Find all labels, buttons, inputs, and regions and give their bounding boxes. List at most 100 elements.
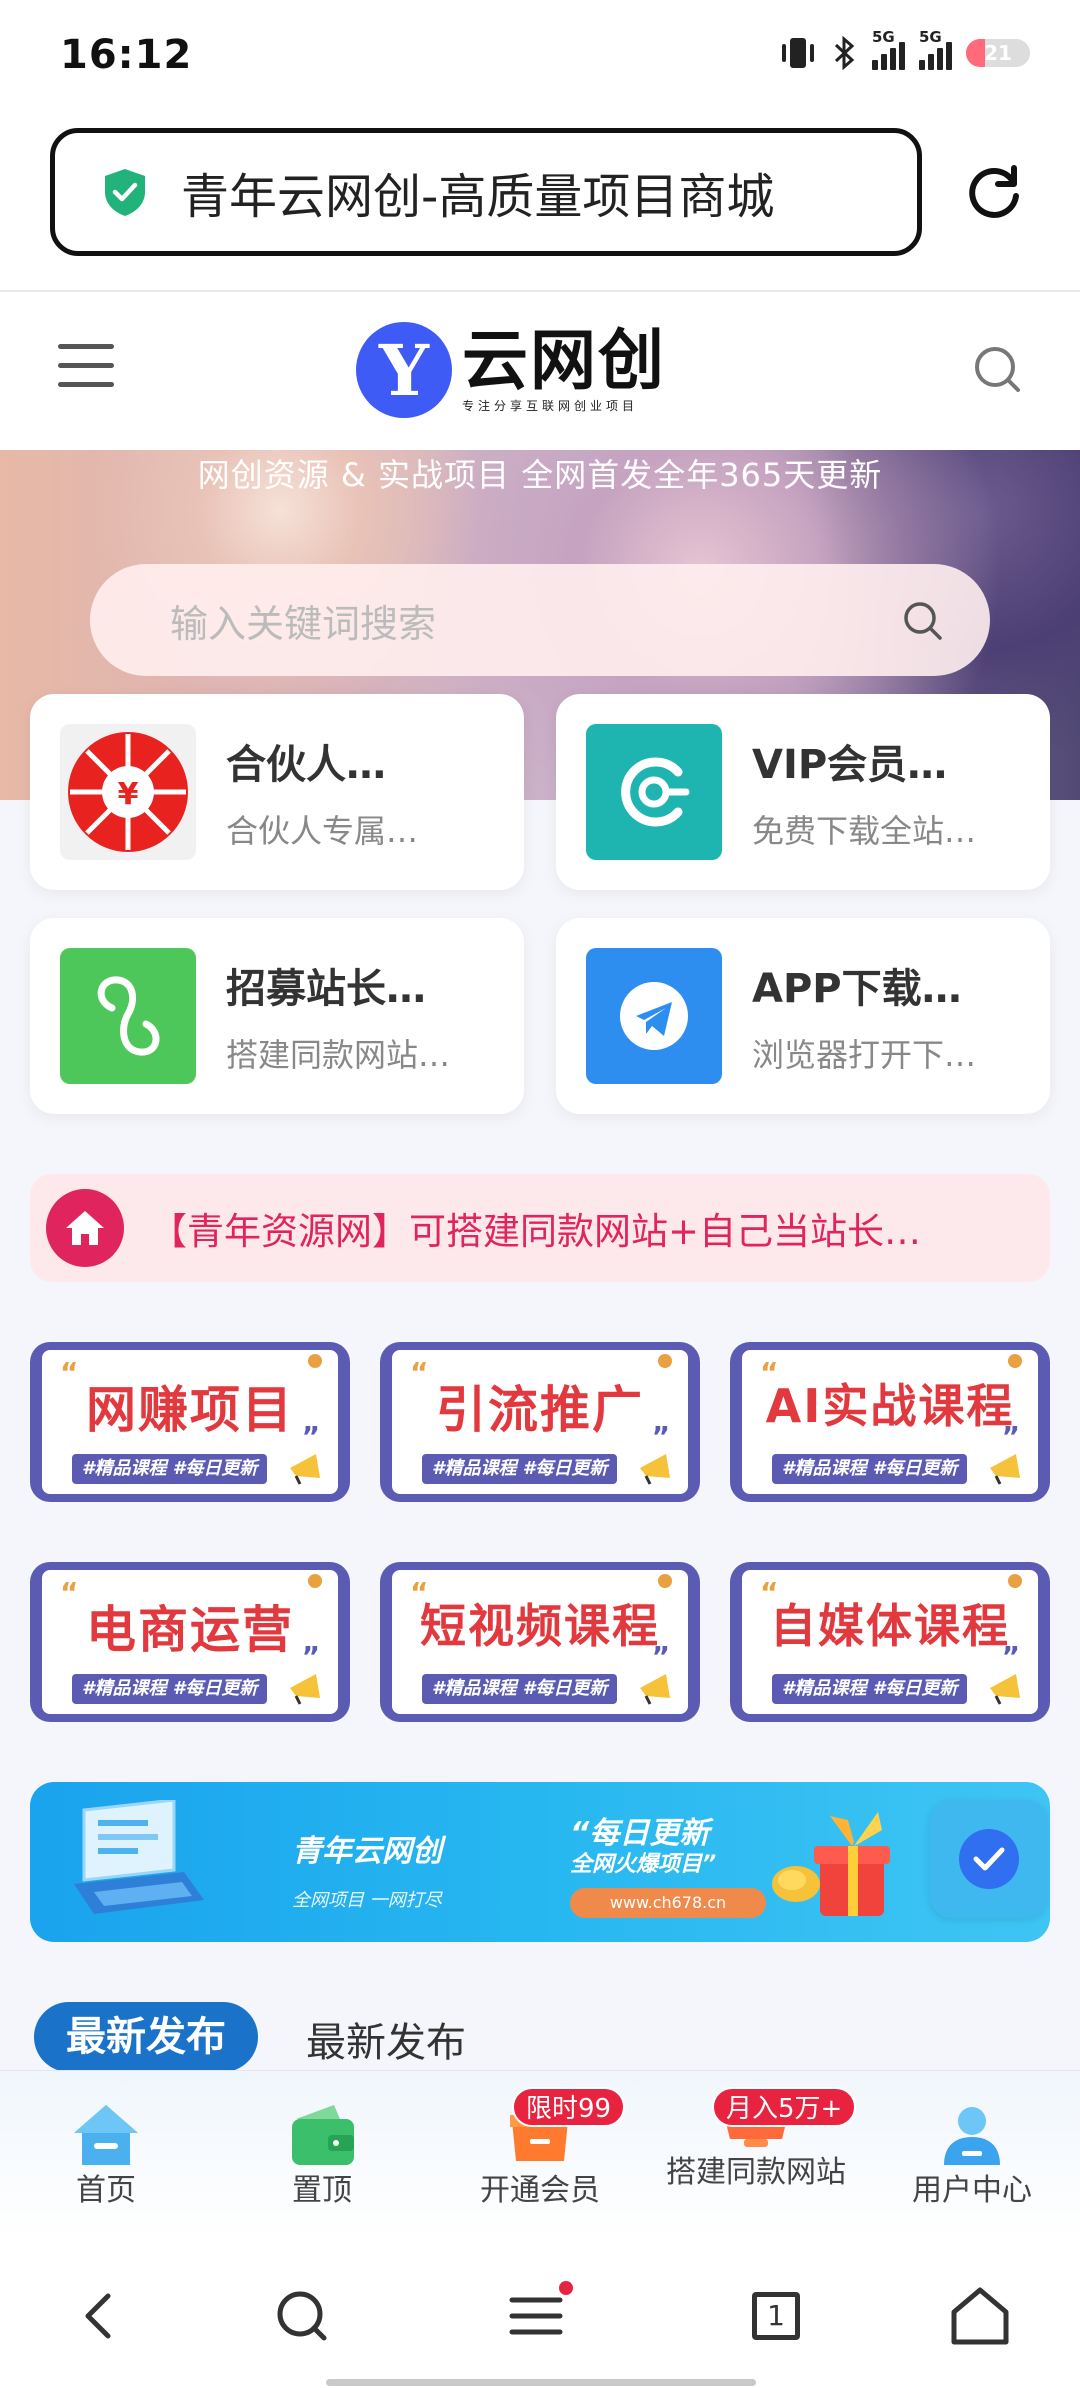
promo-quote-line2: 全网火爆项目” <box>570 1852 717 1877</box>
megaphone-icon <box>990 1454 1020 1485</box>
category-tile[interactable]: “ 引流推广 #精品课程 #每日更新 ” <box>380 1342 700 1502</box>
menu-icon[interactable] <box>498 2276 578 2356</box>
megaphone-icon <box>290 1674 320 1705</box>
reload-icon[interactable] <box>962 160 1026 224</box>
category-tile[interactable]: “ AI实战课程 #精品课程 #每日更新 ” <box>730 1342 1050 1502</box>
promo-brand: 青年云网创 <box>292 1834 442 1869</box>
card-vip[interactable]: VIP会员… 免费下载全站… <box>556 694 1050 890</box>
card-subtitle: 浏览器打开下… <box>752 1036 977 1074</box>
card-subtitle: 免费下载全站… <box>752 812 977 850</box>
notice-bar[interactable]: 【青年资源网】可搭建同款网站+自己当站长… <box>30 1174 1050 1282</box>
card-title: 合伙人… <box>226 742 386 788</box>
verified-float-button[interactable] <box>930 1800 1048 1918</box>
logo-slogan: 专注分享互联网创业项目 <box>462 398 639 413</box>
megaphone-icon <box>990 1674 1020 1705</box>
nav-label: 开通会员 <box>480 2173 600 2208</box>
status-icons: 5G 5G 21 <box>778 28 1030 70</box>
link-icon <box>60 948 196 1084</box>
card-subtitle: 搭建同款网站… <box>226 1036 451 1074</box>
banner-tagline: 网创资源 & 实战项目 全网首发全年365天更新 <box>197 456 883 494</box>
vibrate-icon <box>782 38 814 68</box>
browser-toolbar: 1 <box>0 2238 1080 2388</box>
nav-label: 用户中心 <box>912 2173 1032 2208</box>
card-title: 招募站长… <box>226 966 426 1012</box>
status-time: 16:12 <box>60 32 193 78</box>
battery-level: 21 <box>984 41 1012 65</box>
tile-title: 电商运营 <box>86 1601 294 1659</box>
megaphone-icon <box>290 1454 320 1485</box>
category-tile[interactable]: “ 电商运营 #精品课程 #每日更新 ” <box>30 1562 350 1722</box>
tile-tags: #精品课程 #每日更新 <box>772 1674 968 1704</box>
back-icon[interactable] <box>60 2276 140 2356</box>
tile-dot <box>308 1354 322 1368</box>
nav-label: 首页 <box>76 2173 136 2208</box>
gift-illustration <box>772 1812 890 1916</box>
svg-text:¥: ¥ <box>118 777 139 812</box>
tile-tags: #精品课程 #每日更新 <box>422 1674 618 1704</box>
site-logo[interactable]: Y 云网创 专注分享互联网创业项目 <box>356 322 666 418</box>
category-tile[interactable]: “ 短视频课程 #精品课程 #每日更新 ” <box>380 1562 700 1722</box>
user-icon <box>944 2107 1000 2165</box>
tab-count: 1 <box>752 2292 800 2340</box>
bluetooth-icon <box>834 36 855 70</box>
wallet-icon <box>292 2105 354 2165</box>
nav-item-vip[interactable]: 限时99 开通会员 <box>450 2071 630 2239</box>
menu-icon[interactable] <box>58 344 114 388</box>
card-title: APP下载… <box>752 966 962 1012</box>
search-icon[interactable] <box>262 2276 342 2356</box>
tile-dot <box>1008 1574 1022 1588</box>
vip-icon <box>586 724 722 860</box>
address-field[interactable]: 青年云网创-高质量项目商城 <box>50 128 922 256</box>
nav-item-build-site[interactable]: 月入5万+ 搭建同款网站 <box>666 2071 857 2239</box>
home-icon <box>46 1189 124 1267</box>
megaphone-icon <box>640 1454 670 1485</box>
tabs-button[interactable]: 1 <box>736 2276 816 2356</box>
logo-text: 云网创 <box>462 320 666 399</box>
browser-url-bar: 青年云网创-高质量项目商城 <box>0 110 1080 292</box>
nav-label: 搭建同款网站 <box>666 2155 846 2190</box>
verified-icon <box>959 1829 1019 1889</box>
card-partner[interactable]: ¥ 合伙人… 合伙人专属… <box>30 694 524 890</box>
telegram-icon <box>586 948 722 1084</box>
signal-icon: 5G <box>919 28 952 70</box>
promo-subtitle: 全网项目 一网打尽 <box>292 1890 442 1911</box>
nav-item-home[interactable]: 首页 <box>16 2071 196 2239</box>
tab-latest[interactable]: 最新发布 <box>306 2010 466 2068</box>
tile-tags: #精品课程 #每日更新 <box>772 1454 968 1484</box>
signal-icon: 5G <box>872 28 905 70</box>
nav-item-user-center[interactable]: 用户中心 <box>882 2071 1062 2239</box>
tile-title: 网赚项目 <box>86 1381 294 1439</box>
home-icon <box>74 2105 138 2165</box>
card-subtitle: 合伙人专属… <box>226 812 419 850</box>
partner-icon: ¥ <box>60 724 196 860</box>
nav-badge: 月入5万+ <box>712 2087 857 2127</box>
tile-tags: #精品课程 #每日更新 <box>72 1674 268 1704</box>
search-input[interactable]: 输入关键词搜索 <box>90 564 990 676</box>
card-recruit[interactable]: 招募站长… 搭建同款网站… <box>30 918 524 1114</box>
url-title: 青年云网创-高质量项目商城 <box>181 169 775 225</box>
tile-dot <box>1008 1354 1022 1368</box>
home-indicator <box>326 2379 756 2386</box>
tile-tags: #精品课程 #每日更新 <box>422 1454 618 1484</box>
category-tile[interactable]: “ 网赚项目 #精品课程 #每日更新 ” <box>30 1342 350 1502</box>
site-header: Y 云网创 专注分享互联网创业项目 <box>0 292 1080 450</box>
promo-banner[interactable]: 青年云网创 全网项目 一网打尽 “每日更新 全网火爆项目” www.ch678.… <box>30 1782 1050 1942</box>
shield-icon <box>105 169 145 216</box>
bottom-nav: 首页 置顶 限时99 开通会员 月入5万+ 搭建同款网站 用户中心 <box>0 2070 1080 2238</box>
category-tile[interactable]: “ 自媒体课程 #精品课程 #每日更新 ” <box>730 1562 1050 1722</box>
tile-dot <box>308 1574 322 1588</box>
search-icon[interactable] <box>900 598 946 644</box>
card-app-download[interactable]: APP下载… 浏览器打开下… <box>556 918 1050 1114</box>
logo-mark: Y <box>356 322 452 418</box>
tile-dot <box>658 1354 672 1368</box>
home-icon[interactable] <box>940 2276 1020 2356</box>
tile-title: 引流推广 <box>436 1381 644 1439</box>
card-title: VIP会员… <box>752 742 948 788</box>
search-icon[interactable] <box>968 340 1028 400</box>
search-placeholder: 输入关键词搜索 <box>170 601 437 646</box>
tile-title: 自媒体课程 <box>770 1599 1010 1653</box>
nav-item-top[interactable]: 置顶 <box>232 2071 412 2239</box>
nav-label: 置顶 <box>292 2173 352 2208</box>
status-bar: 16:12 5G 5G 21 <box>0 0 1080 110</box>
tab-latest-active[interactable]: 最新发布 <box>34 2002 258 2072</box>
